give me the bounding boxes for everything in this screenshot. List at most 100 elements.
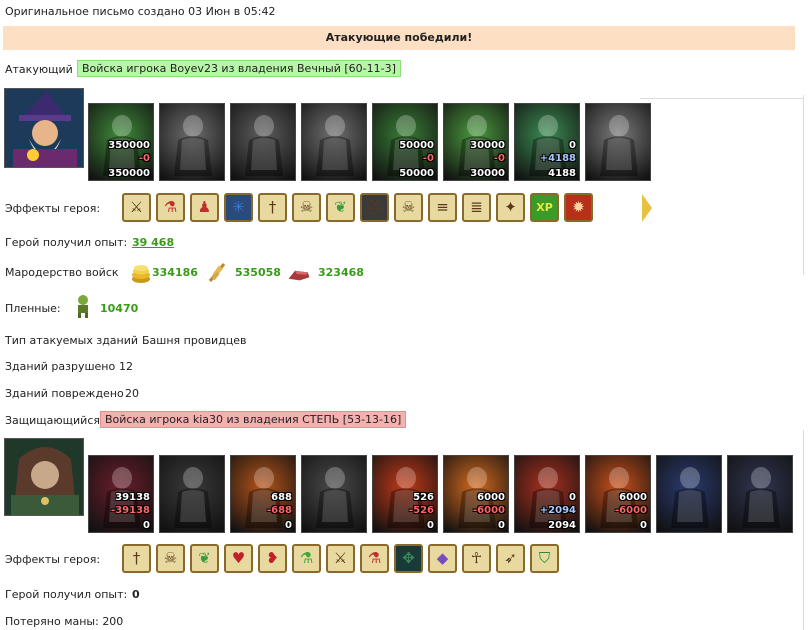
- unit-count-n3: 0: [640, 520, 647, 531]
- damaged-value: 20: [125, 387, 139, 400]
- defender-army-tag[interactable]: Войска игрока kia30 из владения СТЕПЬ [5…: [100, 411, 407, 428]
- potion-icon[interactable]: ⚗: [156, 193, 185, 222]
- unit-count-n1: 526: [413, 492, 434, 503]
- destroyed-value: 12: [119, 360, 133, 373]
- scroll-grey-icon[interactable]: ≣: [462, 193, 491, 222]
- defender-hero-portrait[interactable]: [4, 438, 84, 516]
- unit-figure-icon: [316, 115, 354, 176]
- unit-dark-gargoyle[interactable]: [301, 455, 367, 533]
- unit-red-dragon[interactable]: 39138 -39138 0: [88, 455, 154, 533]
- helmet-icon[interactable]: ⛑: [360, 193, 389, 222]
- xp-icon[interactable]: XP: [530, 193, 559, 222]
- building-type-label: Тип атакуемых зданий: [5, 334, 139, 347]
- attacker-xp-value[interactable]: 39 468: [132, 236, 174, 249]
- unit-grey-spearman[interactable]: [230, 103, 296, 181]
- defender-effects-label: Эффекты героя:: [5, 553, 101, 566]
- compass-icon[interactable]: ✥: [394, 544, 423, 573]
- unit-grey-mage[interactable]: [585, 103, 651, 181]
- skull-icon[interactable]: ☠: [394, 193, 423, 222]
- unit-count-n2: -6000: [473, 505, 505, 516]
- attacker-units-row: 350000 -0 350000 50000 -0 50000 30000 -0 30000 0 +…: [88, 103, 651, 181]
- unit-count-n3: 0: [427, 520, 434, 531]
- unit-count-n3: 350000: [108, 168, 150, 179]
- unit-tower-blue[interactable]: [656, 455, 722, 533]
- loot-label: Мародерство войск: [5, 266, 119, 279]
- potion-icon[interactable]: ⚗: [360, 544, 389, 573]
- wheat-loot-value: 535058: [235, 266, 281, 279]
- building-type-value: Башня провидцев: [142, 334, 247, 347]
- unit-green-archer[interactable]: 350000 -0 350000: [88, 103, 154, 181]
- xp-red-icon[interactable]: ✹: [564, 193, 593, 222]
- sword-boost-icon[interactable]: ⚔: [326, 544, 355, 573]
- skull-split-icon[interactable]: ☠: [292, 193, 321, 222]
- defender-effects-row: † ☠ ❦ ♥ ❥ ⚗ ⚔ ⚗ ✥ ◆ ☥ ➶ ⛉: [122, 544, 559, 573]
- ankh-icon[interactable]: ☥: [462, 544, 491, 573]
- divider: [803, 430, 804, 630]
- destroyed-label: Зданий разрушено: [5, 360, 116, 373]
- divider: [640, 98, 804, 99]
- pawn-icon[interactable]: ♟: [190, 193, 219, 222]
- leaf-icon[interactable]: ❦: [190, 544, 219, 573]
- unit-fire-mage[interactable]: 6000 -6000 0: [585, 455, 651, 533]
- unit-figure-icon: [671, 467, 709, 528]
- unit-count-n2: +2094: [539, 505, 576, 516]
- attacker-effects-row: ⚔ ⚗ ♟ ✳ † ☠ ❦ ⛑ ☠ ≡ ≣ ✦ XP ✹: [122, 193, 593, 222]
- unit-count-n1: 0: [569, 140, 576, 151]
- unit-green-hooded[interactable]: 0 +4188 4188: [514, 103, 580, 181]
- gem-icon[interactable]: ◆: [428, 544, 457, 573]
- sword-boost-icon[interactable]: ⚔: [122, 193, 151, 222]
- leaf-icon[interactable]: ❦: [326, 193, 355, 222]
- unit-count-n1: 6000: [477, 492, 505, 503]
- defender-xp-label: Герой получил опыт:: [5, 588, 128, 601]
- unit-figure-icon: [245, 115, 283, 176]
- shield-icon[interactable]: ⛉: [530, 544, 559, 573]
- unit-tower-purple[interactable]: [727, 455, 793, 533]
- unit-green-bowman[interactable]: 50000 -0 50000: [372, 103, 438, 181]
- attacker-army-tag[interactable]: Войска игрока Boyev23 из владения Вечный…: [77, 60, 401, 77]
- unit-count-n3: 0: [285, 520, 292, 531]
- unit-green-druid[interactable]: 30000 -0 30000: [443, 103, 509, 181]
- unit-lava-golem[interactable]: 526 -526 0: [372, 455, 438, 533]
- unit-count-n3: 30000: [470, 168, 505, 179]
- unit-count-n2: -39138: [111, 505, 150, 516]
- sword-gold-icon[interactable]: ✦: [496, 193, 525, 222]
- effects-next-arrow-icon[interactable]: [642, 194, 652, 222]
- unit-count-n2: -0: [138, 153, 150, 164]
- unit-count-n1: 50000: [399, 140, 434, 151]
- unit-figure-icon: [174, 115, 212, 176]
- battle-result-banner: Атакующие победили!: [3, 26, 795, 50]
- unit-count-n3: 0: [498, 520, 505, 531]
- defender-label: Защищающийся: [5, 414, 100, 427]
- unit-grey-knight[interactable]: [159, 103, 225, 181]
- attacker-hero-portrait[interactable]: [4, 88, 84, 168]
- unit-flame-warrior[interactable]: 6000 -6000 0: [443, 455, 509, 533]
- unit-demon-lord[interactable]: 0 +2094 2094: [514, 455, 580, 533]
- unit-skeleton[interactable]: [159, 455, 225, 533]
- defender-units-row: 39138 -39138 0 688 -688 0 526 -526 0 6000 -6000 0 0 +…: [88, 455, 793, 533]
- unit-count-n3: 2094: [548, 520, 576, 531]
- unit-count-n1: 30000: [470, 140, 505, 151]
- mana-lost-text: Потеряно маны: 200: [5, 615, 124, 628]
- sword-split-icon[interactable]: †: [258, 193, 287, 222]
- ice-star-icon[interactable]: ✳: [224, 193, 253, 222]
- potion-green-icon[interactable]: ⚗: [292, 544, 321, 573]
- unit-fire-beast[interactable]: 688 -688 0: [230, 455, 296, 533]
- heart-sword-icon[interactable]: ❥: [258, 544, 287, 573]
- unit-count-n2: -6000: [615, 505, 647, 516]
- heart-icon[interactable]: ♥: [224, 544, 253, 573]
- divider: [803, 95, 804, 275]
- attacker-xp-label: Герой получил опыт:: [5, 236, 128, 249]
- damaged-label: Зданий повреждено: [5, 387, 124, 400]
- wizard-avatar-icon: [5, 89, 83, 167]
- unit-grey-griffin[interactable]: [301, 103, 367, 181]
- unit-count-n2: -0: [422, 153, 434, 164]
- unit-count-n1: 0: [569, 492, 576, 503]
- unit-count-n1: 688: [271, 492, 292, 503]
- spear-icon[interactable]: ➶: [496, 544, 525, 573]
- skull-split-icon[interactable]: ☠: [156, 544, 185, 573]
- captives-value: 10470: [100, 302, 139, 315]
- sword-split-icon[interactable]: †: [122, 544, 151, 573]
- unit-figure-icon: [742, 467, 780, 528]
- unit-count-n3: 4188: [548, 168, 576, 179]
- scroll-red-icon[interactable]: ≡: [428, 193, 457, 222]
